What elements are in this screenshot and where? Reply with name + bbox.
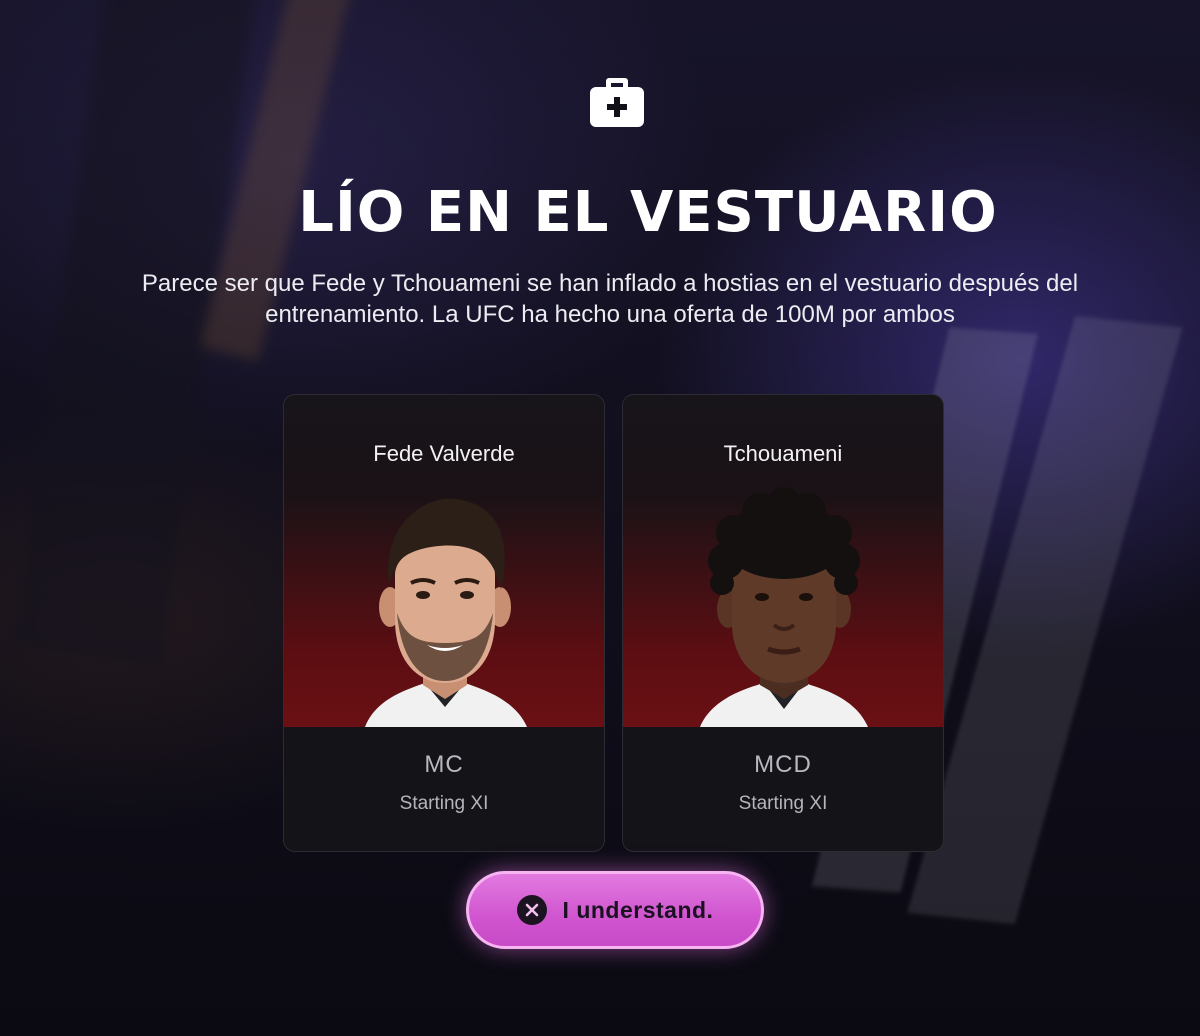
player-name: Fede Valverde <box>373 441 515 466</box>
event-description: Parece ser que Fede y Tchouameni se han … <box>141 270 1079 328</box>
player-card-footer <box>284 727 604 851</box>
player-position: MC <box>424 751 464 778</box>
player-status: Starting XI <box>399 793 489 814</box>
player-portrait <box>700 487 868 727</box>
close-circle-icon <box>516 895 547 925</box>
event-title: LÍO EN EL VESTUARIO <box>298 180 998 245</box>
event-content: LÍO EN EL VESTUARIO Parece ser que Fede … <box>0 0 1200 1036</box>
player-portrait <box>365 498 527 727</box>
player-name: Tchouameni <box>723 441 843 466</box>
i-understand-button[interactable]: I understand. <box>466 871 764 949</box>
player-position: MCD <box>754 751 812 778</box>
i-understand-label: I understand. <box>562 896 714 923</box>
player-card: Tchouameni MCD Starting XI <box>622 394 944 852</box>
player-card: Fede Valverde MC Starting XI <box>283 394 605 852</box>
first-aid-kit-icon <box>590 78 644 127</box>
player-status: Starting XI <box>738 793 828 814</box>
player-card-footer <box>623 727 943 851</box>
event-screen: LÍO EN EL VESTUARIO Parece ser que Fede … <box>0 0 1200 1036</box>
